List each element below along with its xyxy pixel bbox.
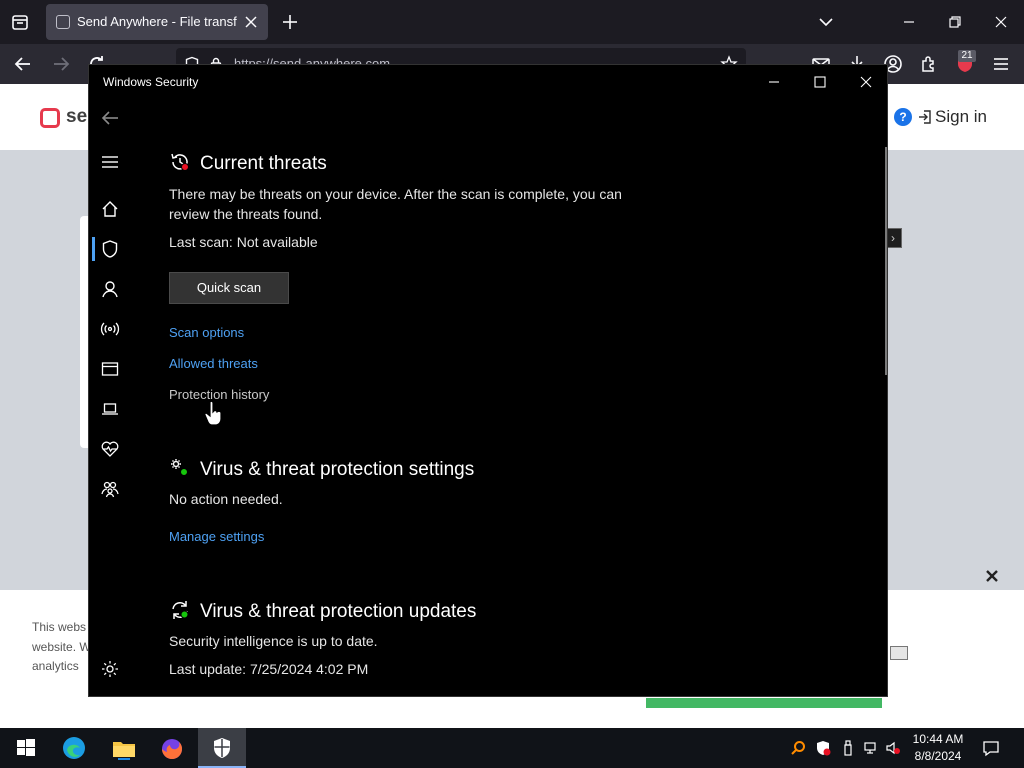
taskbar-active-app[interactable] — [198, 728, 246, 768]
extensions-puzzle-icon[interactable] — [918, 53, 940, 75]
last-update-time: Last update: 7/25/2024 4:02 PM — [169, 661, 369, 677]
windows-start-icon[interactable] — [12, 734, 40, 762]
accept-button-edge[interactable] — [646, 698, 882, 708]
current-threats-heading: Current threats — [169, 151, 327, 175]
current-threats-title: Current threats — [200, 153, 327, 174]
notification-center-icon[interactable] — [982, 739, 1000, 757]
firewall-antenna-icon[interactable] — [100, 319, 120, 339]
content-scrollbar[interactable] — [885, 147, 887, 375]
threats-description-line-1: There may be threats on your device. Aft… — [169, 186, 622, 202]
update-refresh-icon — [169, 599, 191, 621]
protection-settings-heading: Virus & threat protection settings — [169, 457, 474, 481]
extension-count-badge: 21 — [958, 50, 976, 62]
device-security-laptop-icon[interactable] — [100, 399, 120, 419]
menu-hamburger-icon[interactable] — [990, 53, 1012, 75]
navigation-sidebar — [89, 99, 131, 697]
settings-status: No action needed. — [169, 491, 283, 507]
windows-security-shield-icon — [208, 734, 236, 762]
settings-gears-icon — [169, 457, 191, 479]
tab-favicon-icon — [56, 15, 70, 29]
manage-settings-link[interactable]: Manage settings — [169, 529, 264, 544]
cookie-text-line: This webs — [32, 620, 87, 634]
updates-status: Security intelligence is up to date. — [169, 633, 378, 649]
maximize-icon[interactable] — [811, 73, 829, 91]
threats-description-line-2: review the threats found. — [169, 206, 323, 222]
windows-security-window: Windows Security Current threats There m… — [88, 64, 888, 697]
account-person-icon[interactable] — [100, 279, 120, 299]
security-shield-tray-icon[interactable] — [815, 740, 831, 756]
edge-browser-icon[interactable] — [60, 734, 88, 762]
sign-in-icon — [919, 110, 931, 124]
protection-updates-title: Virus & threat protection updates — [200, 601, 477, 622]
volume-muted-tray-icon[interactable] — [885, 740, 901, 756]
new-tab-plus-icon[interactable] — [280, 12, 300, 32]
taskbar-clock-date[interactable]: 8/8/2024 — [906, 749, 970, 763]
last-scan-status: Last scan: Not available — [169, 234, 318, 250]
back-arrow-icon[interactable] — [12, 53, 34, 75]
page-widget-icon[interactable] — [890, 646, 908, 660]
network-tray-icon[interactable] — [863, 740, 879, 756]
security-content-pane: Current threats There may be threats on … — [131, 99, 887, 697]
family-options-icon[interactable] — [100, 479, 120, 499]
firefox-icon[interactable] — [158, 734, 186, 762]
threat-history-icon — [169, 151, 191, 173]
tab-overview-icon[interactable] — [8, 10, 32, 34]
usb-device-tray-icon[interactable] — [840, 740, 856, 756]
help-question-icon[interactable]: ? — [894, 108, 912, 126]
settings-gear-icon[interactable] — [100, 659, 120, 679]
sign-in-label: Sign in — [935, 107, 987, 126]
browser-minimize-icon[interactable] — [900, 13, 918, 31]
tab-close-icon[interactable] — [242, 13, 260, 31]
browser-tab[interactable]: Send Anywhere - File transfer — [46, 4, 268, 40]
protection-settings-title: Virus & threat protection settings — [200, 459, 475, 480]
hand-cursor-icon — [204, 400, 224, 426]
app-browser-control-icon[interactable] — [100, 359, 120, 379]
file-explorer-icon[interactable] — [110, 734, 138, 762]
allowed-threats-link[interactable]: Allowed threats — [169, 356, 258, 371]
scan-options-link[interactable]: Scan options — [169, 325, 244, 340]
browser-tab-bar: Send Anywhere - File transfer — [0, 0, 1024, 44]
browser-close-icon[interactable] — [992, 13, 1010, 31]
browser-restore-icon[interactable] — [946, 13, 964, 31]
tab-title: Send Anywhere - File transfer — [77, 14, 237, 29]
window-title: Windows Security — [103, 75, 199, 89]
active-nav-indicator — [92, 237, 95, 261]
taskbar-clock-time[interactable]: 10:44 AM — [906, 732, 970, 746]
forward-arrow-icon[interactable] — [50, 53, 72, 75]
windows-taskbar: 10:44 AM 8/8/2024 — [0, 728, 1024, 768]
sign-in-link[interactable]: Sign in — [918, 107, 987, 127]
quick-scan-button[interactable]: Quick scan — [169, 272, 289, 304]
search-magnifier-tray-icon[interactable] — [790, 740, 806, 756]
site-logo-icon[interactable] — [40, 108, 60, 128]
shield-icon[interactable] — [100, 239, 120, 259]
device-health-heart-icon[interactable] — [100, 439, 120, 459]
hamburger-menu-icon[interactable] — [100, 152, 120, 172]
close-icon[interactable] — [857, 73, 875, 91]
window-title-bar[interactable]: Windows Security — [89, 65, 887, 99]
minimize-icon[interactable] — [765, 73, 783, 91]
cookie-text-line: analytics — [32, 659, 79, 673]
protection-updates-heading: Virus & threat protection updates — [169, 599, 476, 623]
cookie-close-icon[interactable] — [982, 566, 1002, 586]
home-icon[interactable] — [100, 199, 120, 219]
tab-list-chevron-icon[interactable] — [816, 12, 836, 32]
cookie-text-line: website. W — [32, 640, 91, 654]
